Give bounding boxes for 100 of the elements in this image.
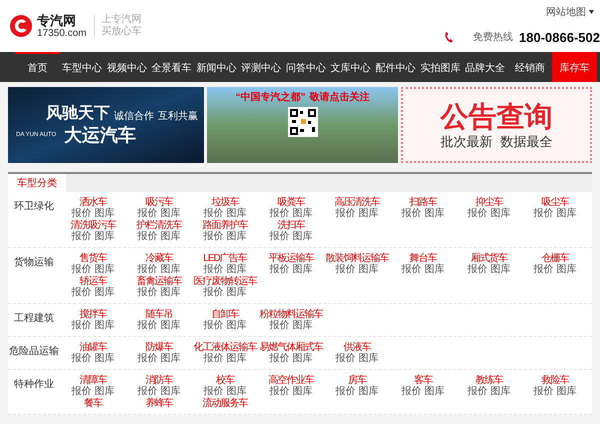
sub-link[interactable]: 图库: [160, 320, 180, 331]
vehicle-type-link[interactable]: 高空作业车: [268, 375, 314, 386]
sub-link[interactable]: 报价: [534, 264, 554, 275]
sub-link[interactable]: 报价: [72, 353, 92, 364]
sub-link[interactable]: 图库: [226, 287, 246, 298]
vehicle-type-link[interactable]: 清障车: [80, 375, 106, 386]
sub-link[interactable]: 图库: [160, 386, 180, 397]
sub-link[interactable]: 报价: [72, 231, 92, 242]
nav-link[interactable]: 新闻中心: [194, 52, 239, 82]
sub-link[interactable]: 报价: [336, 208, 356, 219]
vehicle-type-link[interactable]: 随车吊: [146, 309, 172, 320]
sub-link[interactable]: 报价: [270, 264, 290, 275]
sub-link[interactable]: 图库: [292, 208, 312, 219]
sub-link[interactable]: 图库: [226, 353, 246, 364]
sub-link[interactable]: 报价: [270, 353, 290, 364]
sub-link[interactable]: 图库: [292, 320, 312, 331]
sub-link[interactable]: 图库: [94, 287, 114, 298]
vehicle-type-link[interactable]: 供液车: [344, 342, 370, 353]
sub-link[interactable]: 报价: [138, 287, 158, 298]
sub-link[interactable]: 报价: [72, 287, 92, 298]
sub-link[interactable]: 图库: [556, 386, 576, 397]
sub-link[interactable]: 报价: [336, 386, 356, 397]
sub-link[interactable]: 图库: [160, 231, 180, 242]
nav-link[interactable]: 库存车: [552, 52, 597, 82]
nav-link[interactable]: 首页: [15, 52, 60, 82]
nav-link[interactable]: 问答中心: [284, 52, 328, 82]
vehicle-type-link[interactable]: 吸粪车: [278, 197, 304, 208]
sub-link[interactable]: 报价: [138, 264, 158, 275]
vehicle-type-link[interactable]: 平板运输车: [268, 253, 314, 264]
vehicle-type-link[interactable]: 流动服务车: [202, 398, 248, 409]
sub-link[interactable]: 图库: [160, 287, 180, 298]
vehicle-type-link[interactable]: 救险车: [542, 375, 568, 386]
sub-link[interactable]: 报价: [534, 208, 554, 219]
sub-link[interactable]: 图库: [94, 231, 114, 242]
sub-link[interactable]: 图库: [292, 353, 312, 364]
sub-link[interactable]: 图库: [226, 231, 246, 242]
sub-link[interactable]: 图库: [226, 386, 246, 397]
sub-link[interactable]: 报价: [204, 208, 224, 219]
sub-link[interactable]: 报价: [468, 264, 488, 275]
sub-link[interactable]: 图库: [292, 386, 312, 397]
nav-link[interactable]: 实拍图库: [418, 52, 463, 82]
vehicle-type-link[interactable]: 校车: [216, 375, 234, 386]
nav-link[interactable]: 全景看车: [149, 52, 194, 82]
vehicle-type-link[interactable]: 防爆车: [146, 342, 172, 353]
sub-link[interactable]: 图库: [424, 386, 444, 397]
nav-link[interactable]: 经销商: [507, 52, 552, 82]
nav-link[interactable]: 评测中心: [238, 52, 284, 82]
site-map-link[interactable]: 网站地图: [546, 4, 586, 20]
sub-link[interactable]: 报价: [204, 287, 224, 298]
sub-link[interactable]: 报价: [204, 386, 224, 397]
sub-link[interactable]: 图库: [292, 264, 312, 275]
vehicle-type-link[interactable]: 消防车: [146, 375, 172, 386]
vehicle-type-link[interactable]: 散装饲料运输车: [326, 253, 388, 264]
sub-link[interactable]: 报价: [204, 320, 224, 331]
vehicle-type-link[interactable]: 护栏清洗车: [136, 220, 182, 231]
vehicle-type-link[interactable]: 扫路车: [410, 197, 436, 208]
vehicle-type-link[interactable]: 轿运车: [80, 276, 106, 287]
sub-link[interactable]: 报价: [336, 264, 356, 275]
nav-link[interactable]: 车型中心: [60, 52, 105, 82]
vehicle-type-link[interactable]: 客车: [414, 375, 432, 386]
vehicle-type-link[interactable]: 垃圾车: [212, 197, 238, 208]
nav-link[interactable]: 视频中心: [104, 52, 150, 82]
sub-link[interactable]: 报价: [72, 386, 92, 397]
sub-link[interactable]: 报价: [72, 264, 92, 275]
sub-link[interactable]: 报价: [270, 231, 290, 242]
vehicle-type-link[interactable]: 教练车: [476, 375, 502, 386]
sub-link[interactable]: 图库: [556, 264, 576, 275]
vehicle-type-link[interactable]: 易燃气体厢式车: [260, 342, 322, 353]
nav-link[interactable]: 配件中心: [373, 52, 418, 82]
category-tab[interactable]: 车型分类: [8, 174, 66, 192]
sub-link[interactable]: 报价: [534, 386, 554, 397]
vehicle-type-link[interactable]: LED广告车: [203, 253, 247, 264]
sub-link[interactable]: 报价: [270, 386, 290, 397]
nav-link[interactable]: 品牌大全: [462, 52, 508, 82]
sub-link[interactable]: 图库: [226, 264, 246, 275]
vehicle-type-link[interactable]: 房车: [348, 375, 366, 386]
sub-link[interactable]: 报价: [468, 208, 488, 219]
sub-link[interactable]: 图库: [226, 320, 246, 331]
vehicle-type-link[interactable]: 清洗吸污车: [70, 220, 116, 231]
sub-link[interactable]: 图库: [94, 320, 114, 331]
sub-link[interactable]: 图库: [160, 264, 180, 275]
sub-link[interactable]: 报价: [336, 353, 356, 364]
sub-link[interactable]: 图库: [358, 386, 378, 397]
sub-link[interactable]: 图库: [358, 353, 378, 364]
sub-link[interactable]: 图库: [424, 208, 444, 219]
vehicle-type-link[interactable]: 油罐车: [80, 342, 106, 353]
sub-link[interactable]: 图库: [94, 386, 114, 397]
vehicle-type-link[interactable]: 吸污车: [146, 197, 172, 208]
sub-link[interactable]: 报价: [138, 386, 158, 397]
vehicle-type-link[interactable]: 医疗废物转运车: [194, 276, 256, 287]
sub-link[interactable]: 报价: [138, 208, 158, 219]
sub-link[interactable]: 图库: [490, 264, 510, 275]
nav-link[interactable]: 文库中心: [328, 52, 374, 82]
sub-link[interactable]: 报价: [138, 353, 158, 364]
vehicle-type-link[interactable]: 养蜂车: [146, 398, 172, 409]
vehicle-type-link[interactable]: 化工液体运输车: [194, 342, 256, 353]
sub-link[interactable]: 图库: [226, 208, 246, 219]
sub-link[interactable]: 报价: [402, 386, 422, 397]
vehicle-type-link[interactable]: 吸尘车: [542, 197, 568, 208]
vehicle-type-link[interactable]: 仓栅车: [542, 253, 568, 264]
